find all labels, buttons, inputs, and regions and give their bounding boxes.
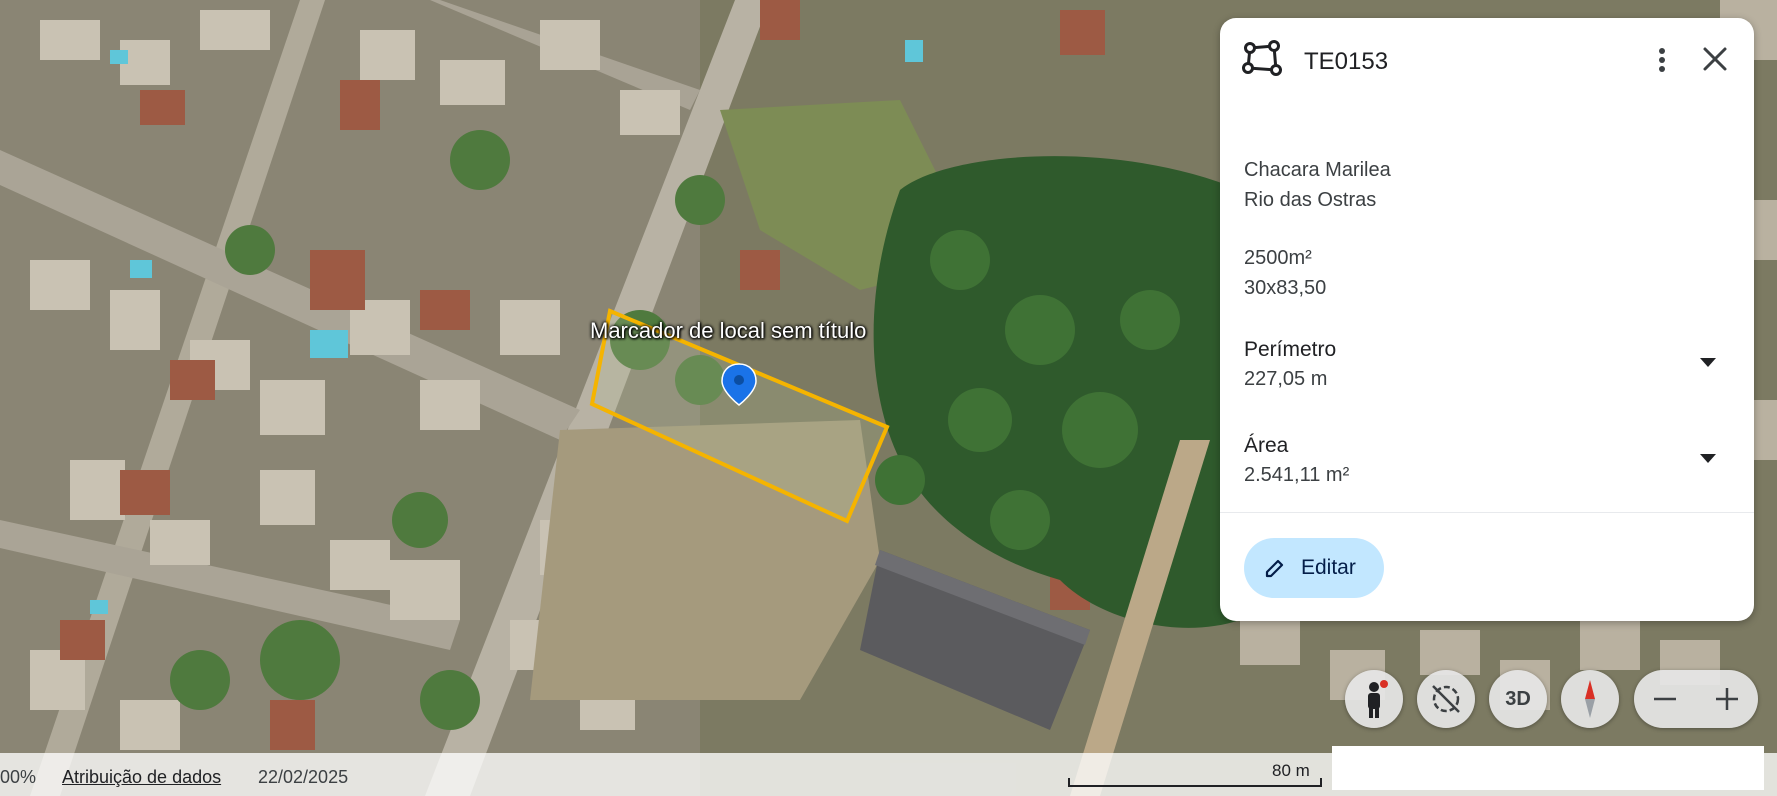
description-line-1: Chacara Marilea xyxy=(1244,159,1391,181)
street-view-button[interactable] xyxy=(1345,670,1403,728)
compass-icon xyxy=(1585,680,1595,718)
more-options-icon[interactable] xyxy=(1646,44,1678,76)
marker-label[interactable]: Marcador de local sem título xyxy=(590,318,866,344)
orbit-button[interactable] xyxy=(1417,670,1475,728)
compass-button[interactable] xyxy=(1561,670,1619,728)
blank-overlay xyxy=(1332,746,1764,790)
minus-icon[interactable] xyxy=(1634,670,1696,728)
perimeter-section: Perímetro 227,05 m xyxy=(1244,338,1730,408)
perimeter-unit-dropdown-icon[interactable] xyxy=(1700,358,1716,367)
area-label: Área xyxy=(1244,434,1289,457)
edit-button[interactable]: Editar xyxy=(1244,538,1384,598)
toggle-3d-button[interactable]: 3D xyxy=(1489,670,1547,728)
size-line-2: 30x83,50 xyxy=(1244,277,1327,299)
scale-bar xyxy=(1068,778,1322,787)
pencil-icon xyxy=(1265,559,1284,578)
panel-divider xyxy=(1220,512,1754,513)
perimeter-value: 227,05 m xyxy=(1244,368,1328,390)
area-unit-dropdown-icon[interactable] xyxy=(1700,454,1716,463)
area-value: 2.541,11 m² xyxy=(1244,464,1350,486)
orbit-off-icon xyxy=(1432,685,1460,713)
placemark-info-panel: TE0153 Chacara Marilea Rio das Ostras 25… xyxy=(1220,18,1754,621)
pegman-icon xyxy=(1368,680,1388,718)
polygon-shape-icon xyxy=(1242,40,1282,76)
imagery-date: 22/02/2025 xyxy=(258,767,349,787)
area-section: Área 2.541,11 m² xyxy=(1244,434,1730,504)
close-icon[interactable] xyxy=(1698,42,1732,76)
description-line-2: Rio das Ostras xyxy=(1244,189,1377,211)
panel-title: TE0153 xyxy=(1304,48,1389,75)
zoom-control xyxy=(1634,670,1758,728)
data-attribution-link[interactable]: Atribuição de dados xyxy=(62,767,221,788)
label-3d: 3D xyxy=(1505,688,1531,710)
edit-button-label: Editar xyxy=(1301,556,1356,579)
size-line-1: 2500m² xyxy=(1244,247,1312,269)
panel-header: TE0153 xyxy=(1220,18,1754,98)
perimeter-label: Perímetro xyxy=(1244,338,1337,361)
zoom-percent: 00% xyxy=(0,767,37,787)
plus-icon[interactable] xyxy=(1696,670,1758,728)
